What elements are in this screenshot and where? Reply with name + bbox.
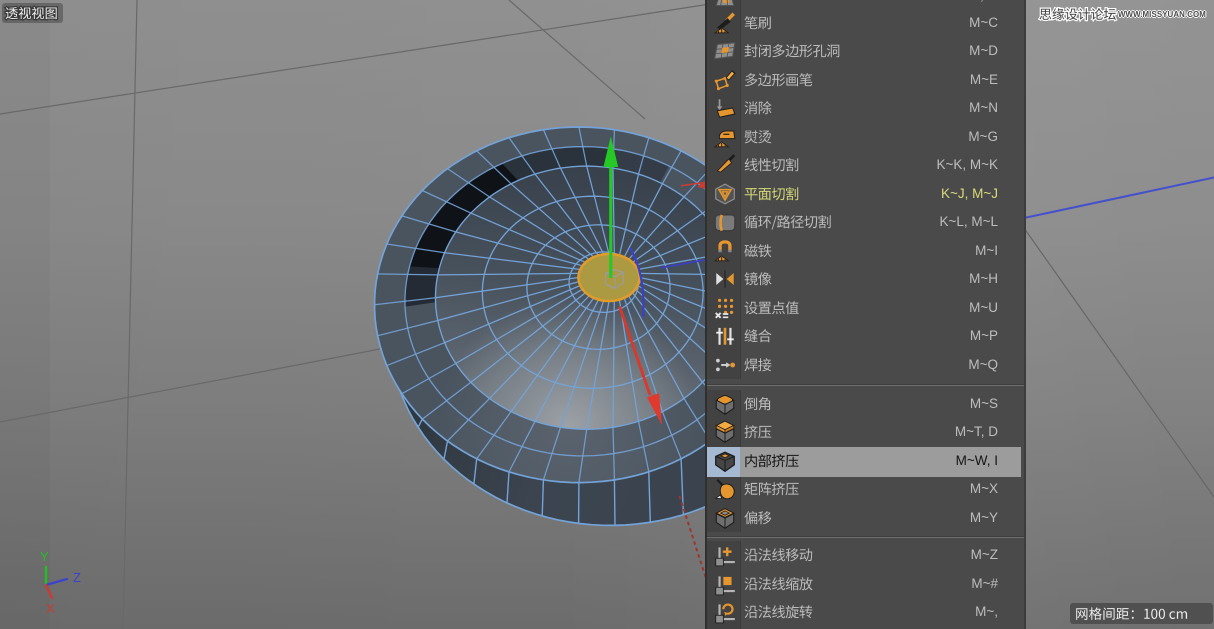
svg-text:Z: Z <box>73 570 81 585</box>
svg-text:Y: Y <box>40 549 49 564</box>
svg-text:X: X <box>46 601 55 616</box>
